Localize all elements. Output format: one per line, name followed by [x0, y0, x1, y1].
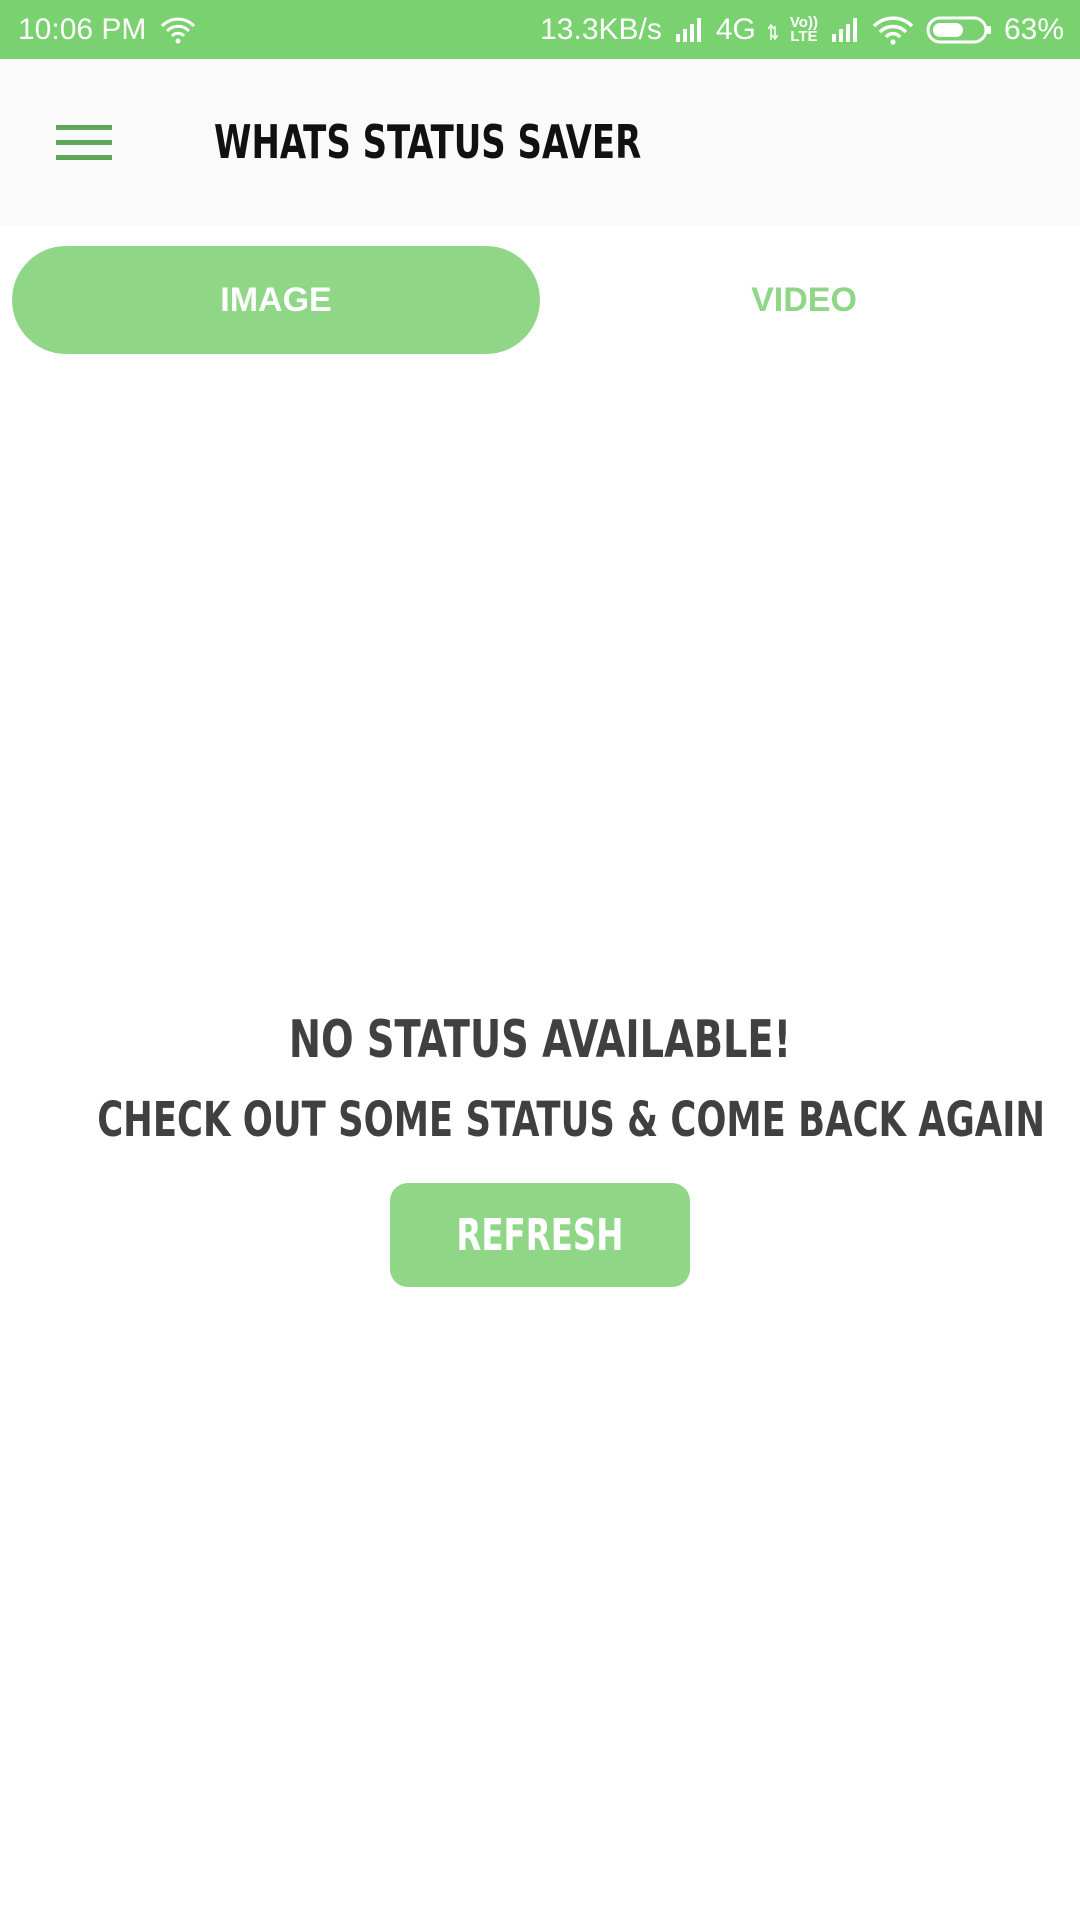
- tab-image[interactable]: IMAGE: [12, 246, 540, 354]
- status-time: 10:06 PM: [18, 12, 147, 46]
- menu-bar-bottom: [56, 155, 112, 160]
- media-tabs: IMAGE VIDEO: [0, 225, 1080, 370]
- refresh-button-label: REFRESH: [456, 1209, 624, 1261]
- status-bar-left: 10:06 PM: [18, 13, 196, 47]
- volte-bottom-text: LTE: [790, 27, 818, 45]
- menu-bar-middle: [56, 140, 112, 145]
- status-bar: 10:06 PM 13.3KB/s 4G Vo)) LTE 63%: [0, 0, 1080, 59]
- volte-indicator: Vo)) LTE: [790, 15, 818, 45]
- hamburger-menu-icon[interactable]: [56, 125, 112, 161]
- app-title: WHATS STATUS SAVER: [214, 115, 642, 169]
- wifi-icon: [160, 16, 196, 44]
- app-screen: 10:06 PM 13.3KB/s 4G Vo)) LTE 63% WHATS …: [0, 0, 1080, 1920]
- network-speed: 13.3KB/s: [540, 12, 662, 46]
- refresh-button[interactable]: REFRESH: [390, 1183, 690, 1287]
- network-type: 4G: [715, 12, 756, 46]
- signal-icon: [674, 16, 704, 44]
- battery-icon: [926, 15, 992, 45]
- menu-bar-top: [56, 125, 112, 130]
- empty-state: NO STATUS AVAILABLE! CHECK OUT SOME STAT…: [0, 1000, 1080, 1160]
- status-bar-right: 13.3KB/s 4G Vo)) LTE 63%: [540, 13, 1064, 47]
- signal-icon: [830, 16, 860, 44]
- network-arrows-icon: [767, 18, 778, 42]
- empty-state-subtitle: CHECK OUT SOME STATUS & COME BACK AGAIN: [97, 1092, 1045, 1148]
- battery-percent: 63%: [1003, 12, 1064, 46]
- empty-state-title: NO STATUS AVAILABLE!: [288, 1010, 792, 1070]
- wifi-icon: [872, 15, 914, 45]
- tab-video[interactable]: VIDEO: [540, 246, 1068, 354]
- app-toolbar: WHATS STATUS SAVER: [0, 59, 1080, 225]
